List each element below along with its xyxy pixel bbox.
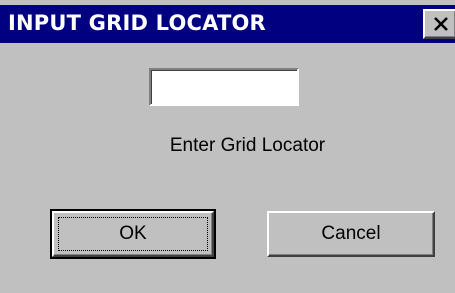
close-button[interactable] [423,9,455,39]
title-bar[interactable]: INPUT GRID LOCATOR [0,5,455,43]
ok-button-label: OK [119,223,147,244]
prompt-label: Enter Grid Locator [169,135,326,156]
cancel-button[interactable]: Cancel [267,211,435,257]
close-icon [434,17,448,31]
grid-locator-input[interactable] [149,68,299,106]
ok-button[interactable]: OK [50,209,216,259]
window-title: INPUT GRID LOCATOR [8,11,266,35]
cancel-button-label: Cancel [321,223,381,244]
dialog-window: INPUT GRID LOCATOR Enter Grid Locator OK… [0,0,455,293]
